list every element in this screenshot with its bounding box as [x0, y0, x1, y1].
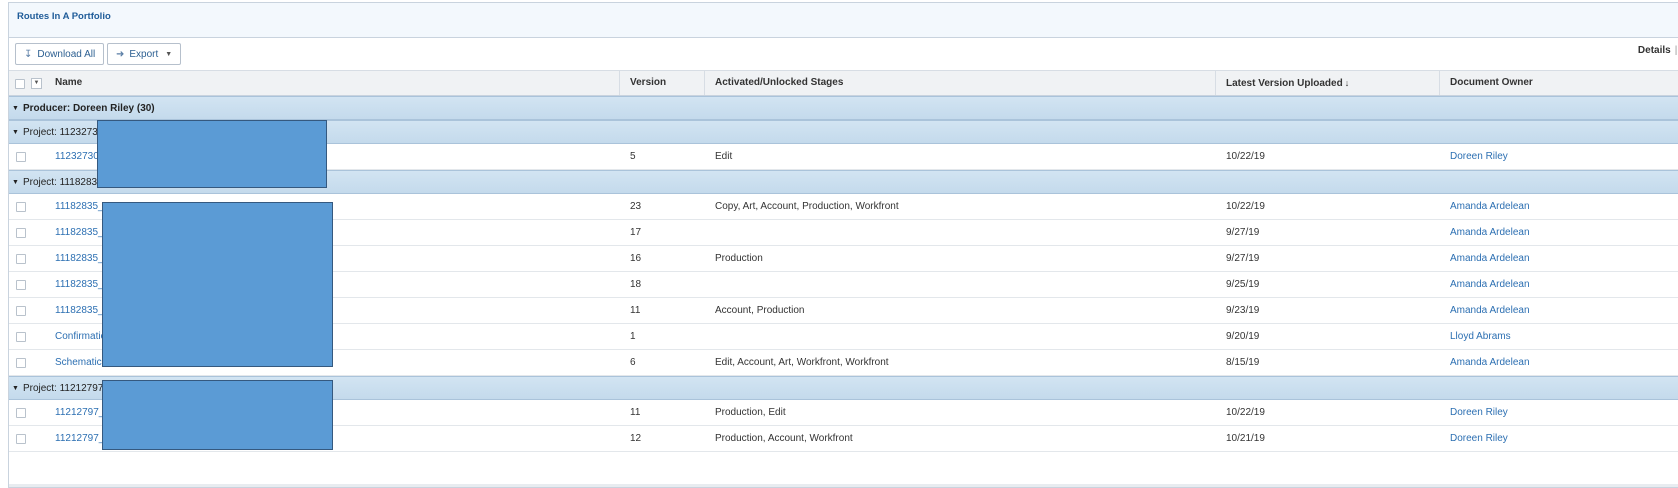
owner-link[interactable]: Amanda Ardelean	[1450, 350, 1530, 376]
row-checkbox[interactable]	[16, 254, 26, 264]
owner-link[interactable]: Amanda Ardelean	[1450, 298, 1530, 324]
row-checkbox[interactable]	[16, 358, 26, 368]
view-details-link[interactable]: Details	[1638, 45, 1671, 56]
download-all-button[interactable]: ↧ Download All	[15, 43, 105, 65]
row-checkbox[interactable]	[16, 408, 26, 418]
owner-link[interactable]: Lloyd Abrams	[1450, 324, 1511, 350]
version-cell: 23	[630, 201, 642, 212]
document-name-link[interactable]: 11182835_	[55, 272, 104, 298]
panel-title: Routes In A Portfolio	[17, 10, 111, 22]
owner-link[interactable]: Amanda Ardelean	[1450, 194, 1530, 220]
document-name-link[interactable]: Schematics	[55, 350, 107, 376]
date-cell: 10/21/19	[1226, 433, 1265, 444]
horizontal-scrollbar[interactable]	[9, 484, 1678, 487]
select-all-control: ▼	[15, 78, 42, 89]
stages-cell: Account, Production	[715, 305, 805, 316]
date-cell: 9/27/19	[1226, 227, 1260, 238]
date-cell: 10/22/19	[1226, 201, 1265, 212]
download-icon: ↧	[24, 48, 33, 60]
toolbar: ↧ Download All ➜ Export ▼ Details|S	[9, 38, 1678, 71]
column-document-owner[interactable]: Document Owner	[1439, 71, 1678, 95]
column-stages[interactable]: Activated/Unlocked Stages	[704, 71, 1215, 95]
owner-link[interactable]: Amanda Ardelean	[1450, 272, 1530, 298]
date-cell: 9/20/19	[1226, 331, 1260, 342]
owner-link[interactable]: Doreen Riley	[1450, 426, 1508, 452]
row-checkbox[interactable]	[16, 202, 26, 212]
redaction-box	[102, 202, 333, 367]
version-cell: 17	[630, 227, 642, 238]
date-cell: 10/22/19	[1226, 151, 1265, 162]
date-cell: 10/22/19	[1226, 407, 1265, 418]
date-cell: 9/25/19	[1226, 279, 1260, 290]
version-cell: 5	[630, 151, 636, 162]
view-separator: |	[1674, 45, 1678, 56]
document-name-link[interactable]: 11232730	[55, 144, 99, 170]
stages-cell: Production	[715, 253, 763, 264]
stages-cell: Production, Edit	[715, 407, 786, 418]
collapse-triangle-icon: ▼	[12, 129, 19, 136]
collapse-triangle-icon: ▼	[12, 179, 19, 186]
collapse-triangle-icon: ▼	[12, 105, 19, 112]
column-version[interactable]: Version	[619, 71, 704, 95]
row-checkbox[interactable]	[16, 228, 26, 238]
row-checkbox[interactable]	[16, 280, 26, 290]
stages-cell: Edit, Account, Art, Workfront, Workfront	[715, 357, 889, 368]
export-arrow-icon: ➜	[116, 48, 125, 60]
stages-cell: Edit	[715, 151, 733, 162]
document-name-link[interactable]: 11182835_	[55, 298, 104, 324]
select-all-checkbox[interactable]	[15, 78, 25, 89]
version-cell: 6	[630, 357, 636, 368]
collapse-triangle-icon: ▼	[12, 385, 19, 392]
row-checkbox[interactable]	[16, 306, 26, 316]
view-switcher: Details|S	[1638, 45, 1678, 56]
owner-link[interactable]: Amanda Ardelean	[1450, 220, 1530, 246]
document-name-link[interactable]: 11182835_	[55, 194, 104, 220]
stages-cell: Production, Account, Workfront	[715, 433, 853, 444]
export-button[interactable]: ➜ Export ▼	[107, 43, 182, 65]
version-cell: 11	[630, 305, 641, 316]
date-cell: 8/15/19	[1226, 357, 1260, 368]
owner-link[interactable]: Doreen Riley	[1450, 144, 1508, 170]
row-checkbox[interactable]	[16, 332, 26, 342]
column-name[interactable]: Name	[45, 71, 619, 95]
select-options-dropdown[interactable]: ▼	[31, 78, 42, 89]
export-label: Export	[129, 48, 159, 60]
download-all-label: Download All	[37, 48, 96, 60]
row-checkbox[interactable]	[16, 434, 26, 444]
column-header-row: ▼ Name Version Activated/Unlocked Stages…	[9, 71, 1678, 96]
version-cell: 1	[630, 331, 636, 342]
producer-group-header[interactable]: ▼ Producer: Doreen Riley (30)	[9, 96, 1678, 120]
version-cell: 11	[630, 407, 641, 418]
redaction-box	[97, 120, 327, 188]
owner-link[interactable]: Amanda Ardelean	[1450, 246, 1530, 272]
sort-desc-icon: ↓	[1344, 78, 1350, 88]
document-name-link[interactable]: Confirmatio	[55, 324, 106, 350]
owner-link[interactable]: Doreen Riley	[1450, 400, 1508, 426]
date-cell: 9/23/19	[1226, 305, 1260, 316]
version-cell: 16	[630, 253, 642, 264]
column-latest-version[interactable]: Latest Version Uploaded ↓	[1215, 71, 1439, 95]
version-cell: 18	[630, 279, 642, 290]
document-name-link[interactable]: 11182835_	[55, 246, 104, 272]
chevron-down-icon: ▼	[165, 50, 173, 58]
redaction-box	[102, 380, 333, 450]
panel-header: Routes In A Portfolio	[9, 3, 1678, 38]
row-checkbox[interactable]	[16, 152, 26, 162]
date-cell: 9/27/19	[1226, 253, 1260, 264]
stages-cell: Copy, Art, Account, Production, Workfron…	[715, 201, 899, 212]
version-cell: 12	[630, 433, 642, 444]
